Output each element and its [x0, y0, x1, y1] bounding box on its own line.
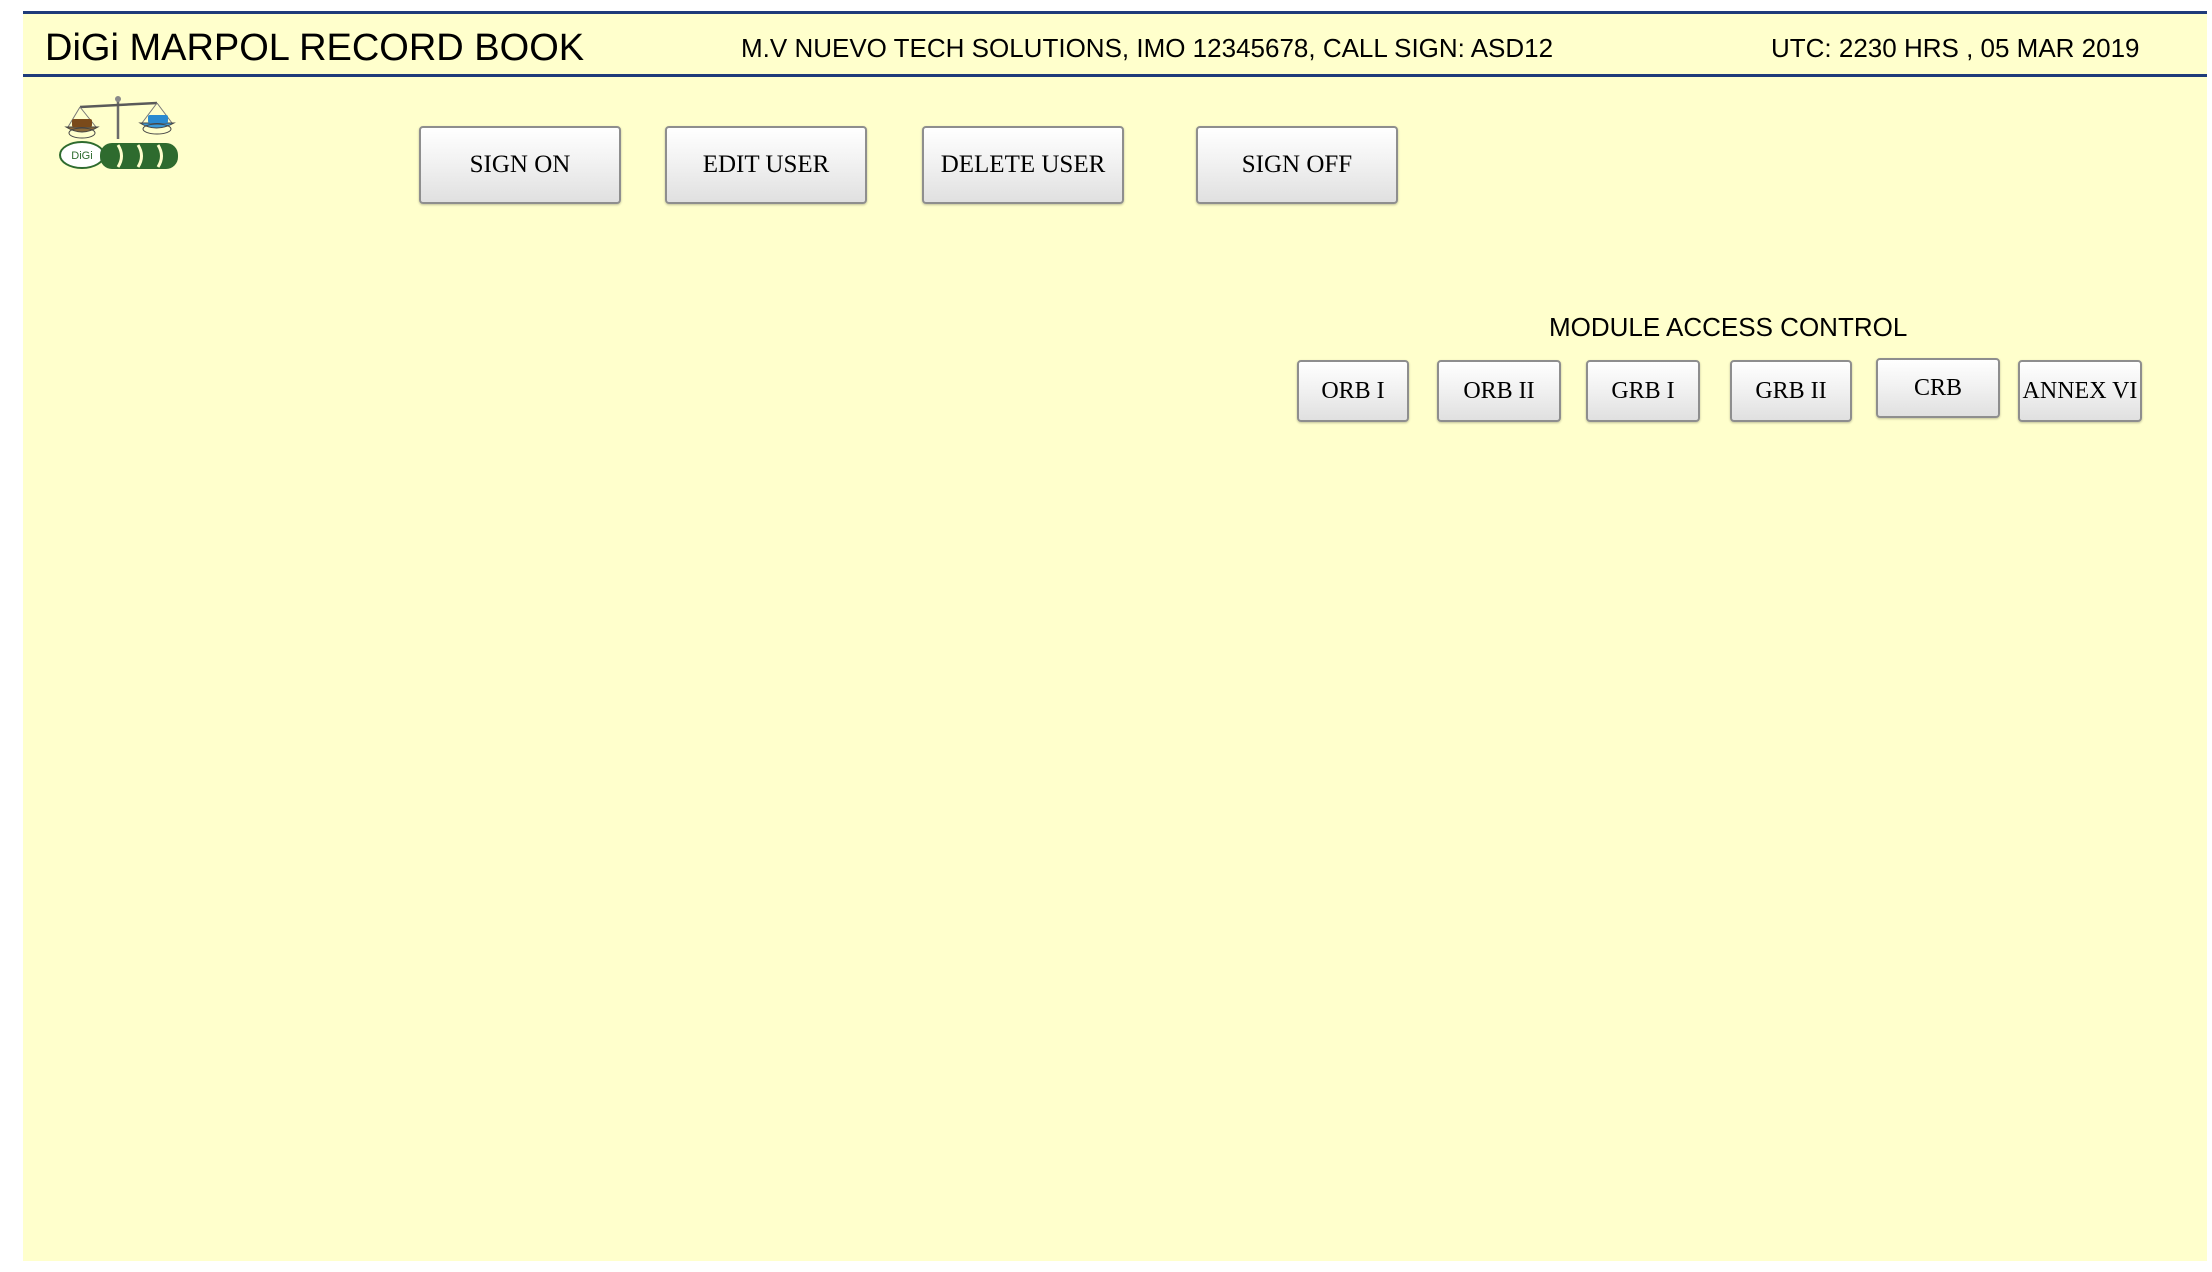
- sign-on-button[interactable]: SIGN ON: [419, 126, 621, 204]
- vessel-info: M.V NUEVO TECH SOLUTIONS, IMO 12345678, …: [741, 33, 1554, 63]
- module-access-title: MODULE ACCESS CONTROL: [1549, 312, 1908, 342]
- header-bar: DiGi MARPOL RECORD BOOK M.V NUEVO TECH S…: [23, 11, 2207, 77]
- utc-clock: UTC: 2230 HRS , 05 MAR 2019: [1771, 33, 2140, 63]
- app-canvas: DiGi MARPOL RECORD BOOK M.V NUEVO TECH S…: [23, 11, 2207, 1261]
- sign-off-button[interactable]: SIGN OFF: [1196, 126, 1398, 204]
- module-annex-vi-button[interactable]: ANNEX VI: [2018, 360, 2142, 422]
- app-title: DiGi MARPOL RECORD BOOK: [45, 27, 585, 69]
- module-orb-i-button[interactable]: ORB I: [1297, 360, 1409, 422]
- logo-brand-text: DiGi: [71, 150, 92, 162]
- module-grb-i-button[interactable]: GRB I: [1586, 360, 1700, 422]
- delete-user-button[interactable]: DELETE USER: [922, 126, 1124, 204]
- balance-scale-logo-icon: DiGi: [56, 93, 181, 175]
- module-orb-ii-button[interactable]: ORB II: [1437, 360, 1561, 422]
- edit-user-button[interactable]: EDIT USER: [665, 126, 867, 204]
- module-crb-button[interactable]: CRB: [1876, 358, 2000, 418]
- module-grb-ii-button[interactable]: GRB II: [1730, 360, 1852, 422]
